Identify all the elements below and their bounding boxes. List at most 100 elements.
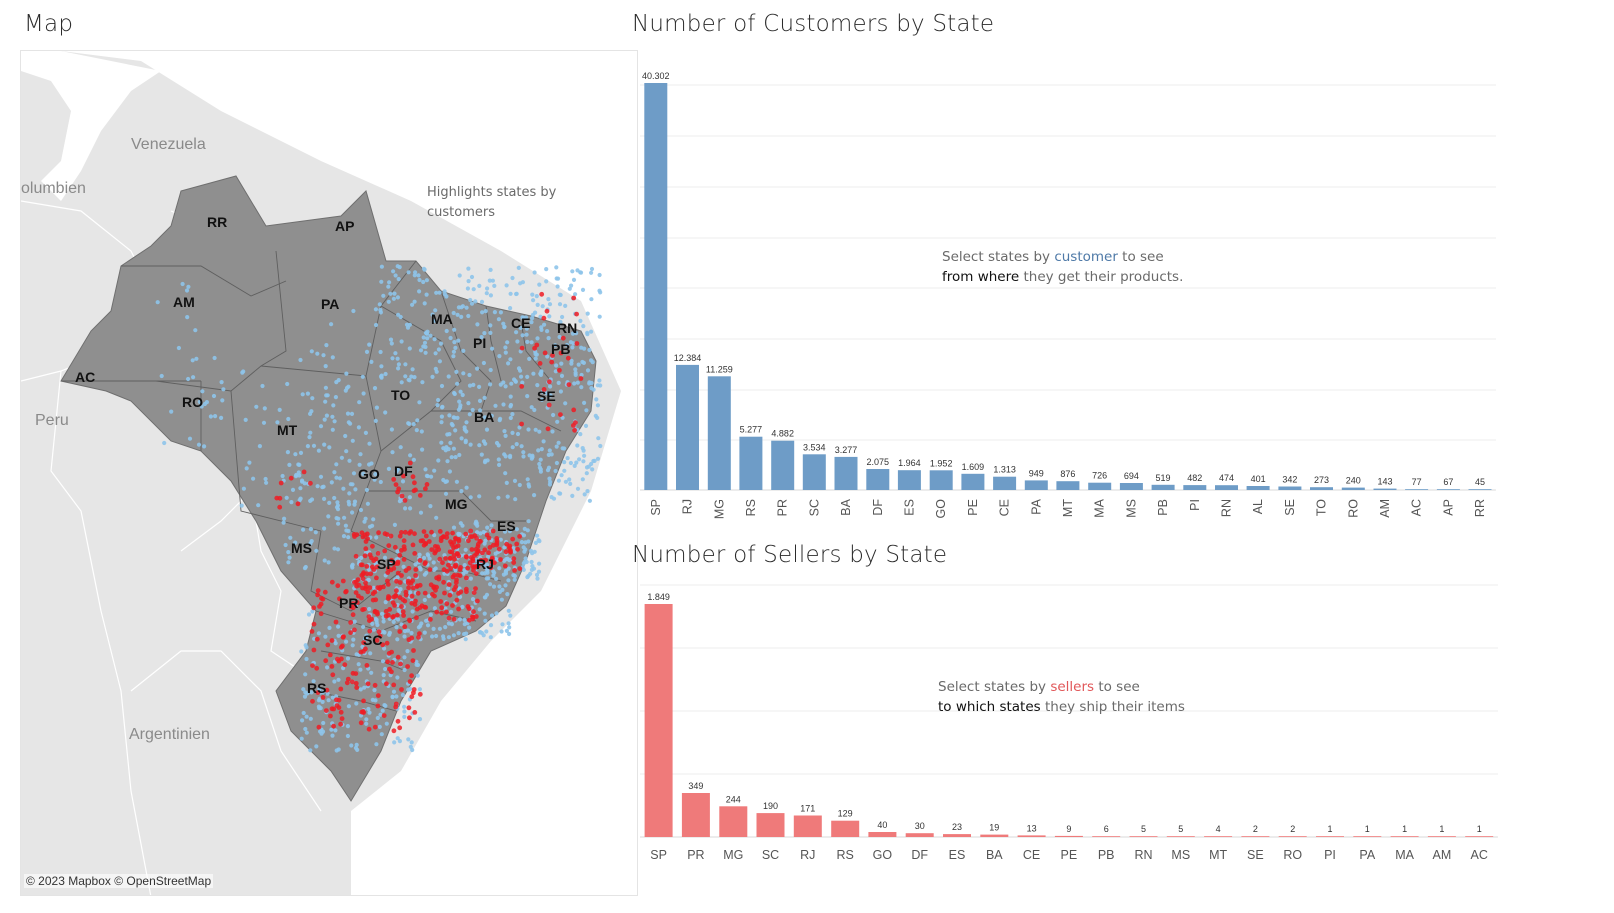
map-credit[interactable]: © 2023 Mapbox © OpenStreetMap: [24, 874, 214, 888]
bar-am[interactable]: [1373, 488, 1397, 490]
bar-rj[interactable]: [676, 364, 699, 490]
bar-df[interactable]: [905, 833, 934, 837]
bar-ro[interactable]: [1278, 836, 1307, 837]
customer-dot: [513, 379, 518, 384]
bar-go[interactable]: [868, 832, 897, 837]
customer-dot: [277, 407, 282, 412]
bar-pa[interactable]: [1353, 836, 1382, 837]
map-state-label-pa[interactable]: PA: [321, 296, 339, 312]
bar-ac[interactable]: [1465, 836, 1494, 837]
customer-dot: [169, 409, 174, 414]
bar-es[interactable]: [943, 834, 971, 837]
bar-pr[interactable]: [681, 793, 710, 837]
map-state-label-sp[interactable]: SP: [377, 556, 396, 572]
customers-chart[interactable]: 40.302 SP 12.384 RJ 11.259 MG 5.277 RS 4.882 PR 3.…: [640, 60, 1500, 525]
customer-dot: [589, 297, 594, 302]
bar-ap[interactable]: [1436, 489, 1460, 490]
bar-ms[interactable]: [1119, 483, 1143, 490]
seller-dot: [517, 566, 523, 571]
seller-dot: [578, 376, 584, 381]
bar-sc[interactable]: [756, 813, 785, 837]
bar-ma[interactable]: [1088, 482, 1112, 490]
seller-dot: [314, 665, 320, 671]
customer-dot: [379, 264, 384, 269]
bar-pe[interactable]: [961, 473, 985, 490]
bar-sp[interactable]: [644, 83, 668, 490]
map-state-label-es[interactable]: ES: [497, 518, 516, 534]
map-state-label-ce[interactable]: CE: [511, 315, 530, 331]
customer-dot: [525, 394, 530, 399]
map-state-label-pr[interactable]: PR: [339, 595, 358, 611]
bar-df[interactable]: [866, 469, 890, 490]
bar-pi[interactable]: [1316, 836, 1344, 837]
customer-dot: [508, 415, 513, 421]
map-state-label-rs[interactable]: RS: [307, 680, 326, 696]
map-state-label-ac[interactable]: AC: [75, 369, 95, 385]
bar-ms[interactable]: [1166, 836, 1195, 837]
bar-ba[interactable]: [834, 456, 858, 490]
bar-se[interactable]: [1278, 486, 1302, 491]
bar-ce[interactable]: [1017, 835, 1046, 837]
customer-dot: [556, 380, 561, 385]
sellers-annotation-text: they ship their items: [1040, 699, 1185, 715]
map-state-label-to[interactable]: TO: [391, 387, 410, 403]
bar-rn[interactable]: [1215, 485, 1238, 490]
bar-es[interactable]: [897, 470, 921, 490]
map-state-label-se[interactable]: SE: [537, 388, 556, 404]
bar-mg[interactable]: [707, 376, 731, 490]
bar-pb[interactable]: [1151, 484, 1175, 490]
bar-go[interactable]: [929, 470, 953, 490]
bar-rn[interactable]: [1129, 836, 1158, 837]
bar-ce[interactable]: [993, 476, 1017, 490]
bar-pi[interactable]: [1183, 485, 1207, 490]
map-view[interactable]: Venezuela olumbien Peru Argentinien RR AP AM PA…: [20, 50, 638, 896]
bar-rj[interactable]: [793, 815, 822, 838]
map-state-label-sc[interactable]: SC: [363, 632, 382, 648]
bar-to[interactable]: [1310, 487, 1333, 490]
seller-dot: [352, 534, 357, 539]
bar-al[interactable]: [1246, 486, 1270, 490]
seller-dot: [438, 535, 444, 541]
map-state-label-mt[interactable]: MT: [277, 422, 298, 438]
bar-ma[interactable]: [1390, 836, 1419, 837]
bar-se[interactable]: [1241, 836, 1270, 837]
sellers-annotation-text: to see: [1094, 679, 1140, 695]
map-state-label-ap[interactable]: AP: [335, 218, 354, 234]
bar-mt[interactable]: [1204, 836, 1233, 837]
customer-dot: [508, 394, 513, 399]
bar-mg[interactable]: [719, 806, 748, 837]
map-state-label-rr[interactable]: RR: [207, 214, 227, 230]
seller-dot: [386, 594, 391, 599]
map-state-label-rj[interactable]: RJ: [476, 556, 494, 572]
category-label: PI: [1324, 848, 1336, 862]
bar-rs[interactable]: [831, 820, 860, 837]
map-state-label-rn[interactable]: RN: [557, 320, 577, 336]
map-canvas[interactable]: Venezuela olumbien Peru Argentinien RR AP AM PA…: [21, 51, 638, 896]
customer-dot: [562, 460, 567, 465]
sellers-chart[interactable]: 1.849 SP 349 PR 244 MG 190 SC 171 RJ 129 RS 40 GO 30 DF…: [640, 580, 1500, 870]
bar-pr[interactable]: [771, 440, 795, 490]
bar-pb[interactable]: [1092, 836, 1121, 837]
bar-ba[interactable]: [980, 834, 1009, 837]
bar-pe[interactable]: [1054, 835, 1083, 837]
map-state-label-pi[interactable]: PI: [473, 335, 486, 351]
map-state-label-mg[interactable]: MG: [445, 496, 468, 512]
bar-sp[interactable]: [644, 604, 673, 837]
bar-rr[interactable]: [1468, 489, 1492, 490]
bar-pa[interactable]: [1024, 480, 1048, 490]
bar-mt[interactable]: [1056, 481, 1080, 490]
bar-sc[interactable]: [802, 454, 826, 490]
bar-am[interactable]: [1427, 836, 1456, 837]
bar-ac[interactable]: [1405, 489, 1429, 490]
map-state-label-ro[interactable]: RO: [182, 394, 203, 410]
category-label: MS: [1171, 848, 1190, 862]
map-state-label-df[interactable]: DF: [394, 463, 413, 479]
map-state-label-pb[interactable]: PB: [551, 341, 570, 357]
map-state-label-ma[interactable]: MA: [431, 311, 453, 327]
bar-ro[interactable]: [1341, 487, 1365, 490]
bar-rs[interactable]: [739, 436, 763, 490]
map-state-label-ba[interactable]: BA: [474, 409, 494, 425]
map-state-label-ms[interactable]: MS: [291, 540, 312, 556]
map-state-label-am[interactable]: AM: [173, 294, 195, 310]
map-state-label-go[interactable]: GO: [358, 466, 380, 482]
